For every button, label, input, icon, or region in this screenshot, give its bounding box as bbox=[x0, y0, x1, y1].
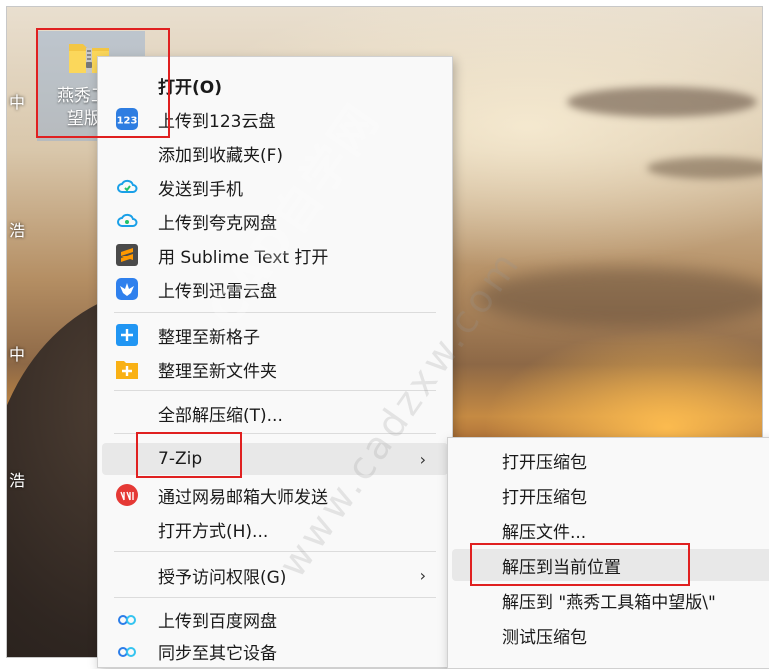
desktop-edge-label: 浩 bbox=[9, 221, 26, 240]
menu-item-sync-devices[interactable]: 同步至其它设备 bbox=[102, 635, 448, 667]
menu-item-open-with[interactable]: 打开方式(H)... bbox=[102, 513, 448, 545]
menu-separator bbox=[114, 551, 436, 552]
menu-item-label: 打开方式(H)... bbox=[158, 521, 269, 542]
svg-text:123: 123 bbox=[117, 116, 138, 127]
cloud bbox=[477, 267, 762, 327]
menu-separator bbox=[114, 312, 436, 313]
menu-item-upload-baidu[interactable]: 上传到百度网盘 bbox=[102, 603, 448, 635]
menu-item-netease-mail[interactable]: 通过网易邮箱大师发送 bbox=[102, 479, 448, 511]
chevron-right-icon: › bbox=[419, 565, 426, 585]
sublime-text-icon bbox=[116, 244, 138, 266]
new-folder-icon bbox=[116, 361, 138, 379]
desktop-edge-label: 浩 bbox=[9, 471, 26, 490]
menu-separator bbox=[114, 433, 436, 434]
menu-item-upload-quark[interactable]: 上传到夸克网盘 bbox=[102, 205, 448, 237]
menu-item-label: 全部解压缩(T)... bbox=[158, 405, 283, 426]
menu-item-label: 整理至新文件夹 bbox=[158, 361, 277, 382]
menu-item-open[interactable]: 打开(O) bbox=[102, 69, 448, 101]
chevron-right-icon: › bbox=[419, 449, 426, 469]
menu-item-label: 通过网易邮箱大师发送 bbox=[158, 487, 328, 508]
desktop-edge-label: 中 bbox=[9, 345, 26, 364]
menu-item-extract-all[interactable]: 全部解压缩(T)... bbox=[102, 397, 448, 429]
submenu-item-label: 解压到当前位置 bbox=[502, 557, 621, 578]
submenu-item-label: 打开压缩包 bbox=[502, 452, 587, 473]
xunlei-icon bbox=[116, 278, 138, 300]
menu-item-label: 用 Sublime Text 打开 bbox=[158, 247, 329, 268]
submenu-item-extract-to-folder[interactable]: 解压到 "燕秀工具箱中望版\" bbox=[452, 584, 769, 616]
menu-item-open-sublime[interactable]: 用 Sublime Text 打开 bbox=[102, 239, 448, 271]
menu-item-label: 打开(O) bbox=[158, 77, 222, 98]
menu-item-upload-123[interactable]: 123 上传到123云盘 bbox=[102, 103, 448, 135]
menu-item-new-grid[interactable]: 整理至新格子 bbox=[102, 319, 448, 351]
submenu-item-open-archive[interactable]: 打开压缩包 bbox=[452, 479, 769, 511]
submenu-item-label: 打开压缩包 bbox=[502, 487, 587, 508]
netease-mail-icon bbox=[116, 484, 138, 506]
menu-item-label: 上传到迅雷云盘 bbox=[158, 281, 277, 302]
menu-item-label: 上传到123云盘 bbox=[158, 111, 276, 132]
menu-separator bbox=[114, 390, 436, 391]
baidu-netdisk-icon bbox=[118, 615, 136, 625]
menu-item-send-to-phone[interactable]: 发送到手机 bbox=[102, 171, 448, 203]
desktop-edge-label: 中 bbox=[9, 93, 26, 112]
menu-item-label: 上传到夸克网盘 bbox=[158, 213, 277, 234]
submenu-item-open-archive[interactable]: 打开压缩包 bbox=[452, 444, 769, 476]
menu-item-label: 添加到收藏夹(F) bbox=[158, 145, 284, 166]
menu-item-label: 同步至其它设备 bbox=[158, 643, 277, 664]
context-menu: 打开(O) 123 上传到123云盘 添加到收藏夹(F) 发送到手机 上传到夸克… bbox=[97, 56, 453, 668]
menu-item-label: 上传到百度网盘 bbox=[158, 611, 277, 632]
cloud-phone-icon bbox=[117, 179, 138, 193]
quark-cloud-icon bbox=[117, 213, 138, 227]
new-grid-icon bbox=[116, 324, 138, 346]
baidu-sync-icon bbox=[118, 647, 136, 657]
cloud-123-icon: 123 bbox=[116, 108, 138, 130]
cloud bbox=[567, 87, 757, 117]
menu-separator bbox=[114, 597, 436, 598]
submenu-item-label: 解压到 "燕秀工具箱中望版\" bbox=[502, 592, 716, 613]
menu-item-label: 整理至新格子 bbox=[158, 327, 260, 348]
menu-item-label: 7-Zip bbox=[158, 449, 203, 469]
submenu-item-extract-here[interactable]: 解压到当前位置 bbox=[452, 549, 769, 581]
menu-item-new-folder[interactable]: 整理至新文件夹 bbox=[102, 353, 448, 385]
menu-item-7zip[interactable]: 7-Zip › bbox=[102, 443, 448, 475]
7zip-submenu: 打开压缩包 打开压缩包 解压文件... 解压到当前位置 解压到 "燕秀工具箱中望… bbox=[447, 437, 769, 669]
menu-item-grant-access[interactable]: 授予访问权限(G) › bbox=[102, 559, 448, 591]
menu-item-label: 发送到手机 bbox=[158, 179, 243, 200]
submenu-item-test-archive[interactable]: 测试压缩包 bbox=[452, 619, 769, 651]
menu-item-label: 授予访问权限(G) bbox=[158, 567, 287, 588]
menu-item-add-favorites[interactable]: 添加到收藏夹(F) bbox=[102, 137, 448, 169]
submenu-item-extract-files[interactable]: 解压文件... bbox=[452, 514, 769, 546]
cloud bbox=[647, 157, 762, 179]
menu-item-upload-xunlei[interactable]: 上传到迅雷云盘 bbox=[102, 273, 448, 305]
submenu-item-label: 测试压缩包 bbox=[502, 627, 587, 648]
submenu-item-label: 解压文件... bbox=[502, 522, 587, 543]
